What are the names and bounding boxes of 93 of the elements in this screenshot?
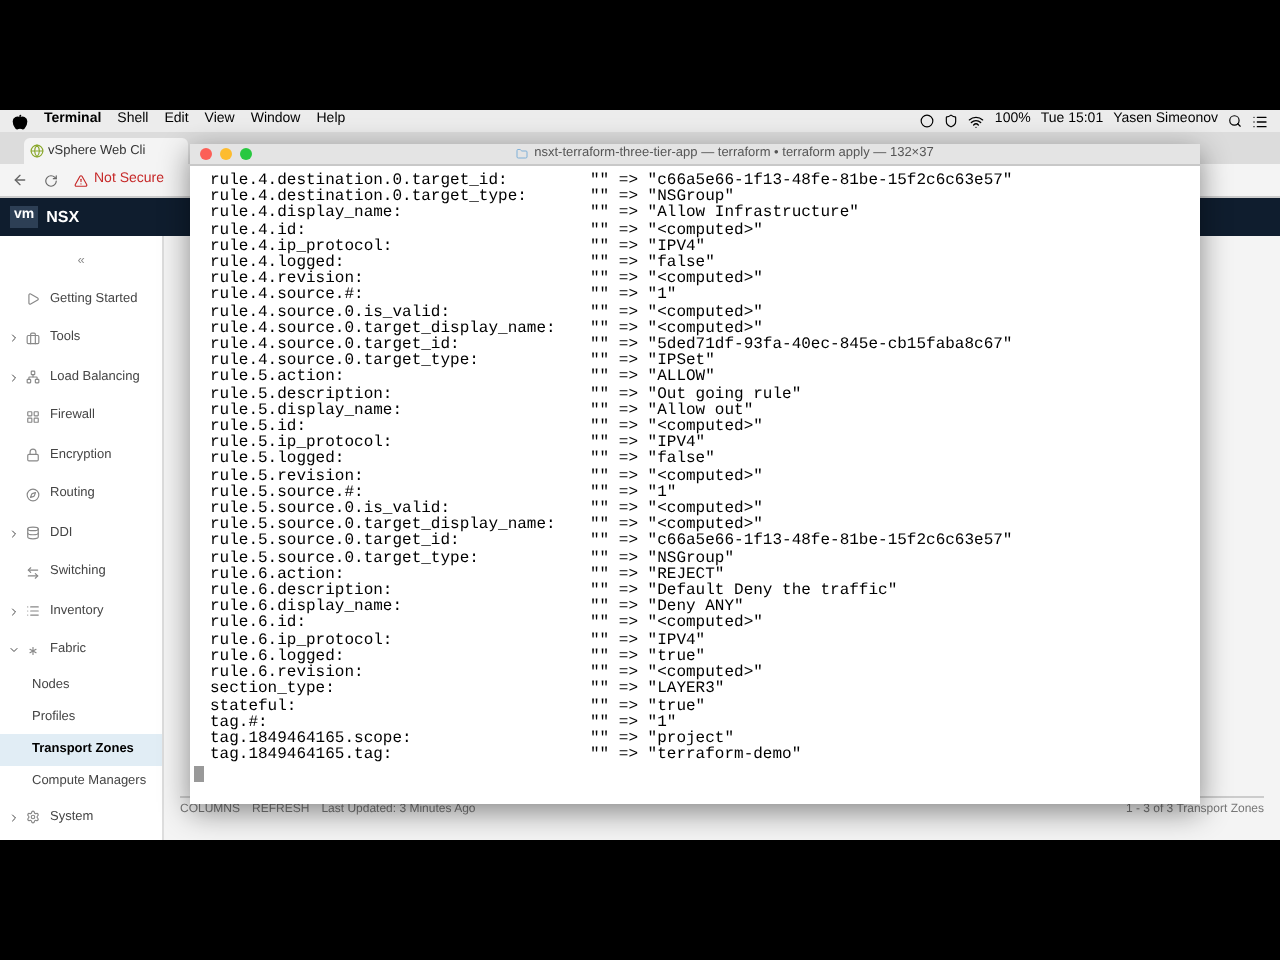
settings-icon	[26, 810, 40, 824]
output-value: "" => "REJECT"	[590, 567, 725, 584]
output-key: rule.4.source.0.target_id:	[210, 338, 590, 355]
app-name: NSX	[46, 205, 80, 229]
output-value: "" => "Allow Infrastructure"	[590, 206, 859, 223]
warning-icon	[74, 173, 88, 187]
output-value: "" => "1"	[590, 715, 677, 732]
output-value: "" => "IPV4"	[590, 633, 706, 650]
output-key: rule.4.revision:	[210, 272, 590, 289]
output-value: "" => "IPV4"	[590, 239, 706, 256]
output-key: tag.#:	[210, 715, 590, 732]
output-value: "" => "1"	[590, 288, 677, 305]
close-button[interactable]	[200, 148, 212, 160]
output-value: "" => "LAYER3"	[590, 682, 725, 699]
asterisk-icon	[26, 643, 40, 657]
list-icon	[26, 604, 40, 618]
output-key: rule.5.revision:	[210, 469, 590, 486]
shield-icon[interactable]	[944, 114, 959, 128]
output-value: "" => "<computed>"	[590, 469, 763, 486]
output-value: "" => "c66a5e66-1f13-48fe-81be-15f2c6c63e57"	[590, 534, 1013, 551]
chevron-icon[interactable]	[8, 332, 20, 344]
output-key: rule.5.source.0.target_type:	[210, 551, 590, 568]
briefcase-icon	[26, 331, 40, 345]
output-key: stateful:	[210, 699, 590, 716]
chevron-icon[interactable]	[8, 527, 20, 539]
output-key: rule.5.source.0.target_display_name:	[210, 518, 590, 535]
output-value: "" => "c66a5e66-1f13-48fe-81be-15f2c6c63e57"	[590, 174, 1013, 190]
output-value: "" => "<computed>"	[590, 223, 763, 240]
output-value: "" => "false"	[590, 452, 715, 469]
arrows-icon	[26, 565, 40, 579]
chevron-icon[interactable]	[8, 644, 20, 656]
back-icon[interactable]	[12, 172, 28, 188]
status-icon[interactable]	[920, 114, 935, 128]
compass-icon	[26, 487, 40, 501]
cursor	[194, 766, 204, 783]
search-icon[interactable]	[1228, 114, 1242, 128]
output-key: rule.4.source.0.is_valid:	[210, 305, 590, 322]
play-icon	[26, 292, 40, 306]
output-key: rule.5.source.0.is_valid:	[210, 502, 590, 519]
grid-icon	[26, 409, 40, 423]
chevron-icon[interactable]	[8, 605, 20, 617]
output-value: "" => "<computed>"	[590, 305, 763, 322]
list-icon[interactable]	[1252, 113, 1268, 129]
output-key: rule.4.ip_protocol:	[210, 239, 590, 257]
database-icon	[26, 526, 40, 540]
output-value: "" => "ALLOW"	[590, 370, 715, 387]
output-key: rule.5.logged:	[210, 452, 590, 470]
chevron-icon[interactable]	[8, 811, 20, 823]
output-key: tag.1849464165.tag:	[210, 748, 590, 765]
output-key: rule.4.logged:	[210, 256, 590, 273]
output-key: rule.6.ip_protocol:	[210, 633, 590, 650]
output-key: section_type:	[210, 682, 590, 699]
output-key: rule.4.source.0.target_type:	[210, 354, 590, 371]
output-key: rule.6.display_name:	[210, 600, 590, 617]
output-key: rule.5.id:	[210, 420, 590, 437]
output-key: rule.5.description:	[210, 387, 590, 404]
network-icon	[26, 370, 40, 384]
output-key: rule.4.display_name:	[210, 206, 590, 224]
output-key: rule.6.action:	[210, 567, 590, 585]
output-value: "" => "<computed>"	[590, 616, 763, 633]
output-key: rule.4.source.#:	[210, 288, 590, 306]
output-key: rule.5.source.0.target_id:	[210, 534, 590, 552]
output-key: rule.5.ip_protocol:	[210, 436, 590, 453]
output-key: rule.6.description:	[210, 584, 590, 601]
output-key: rule.4.destination.0.target_type:	[210, 190, 590, 207]
lock-icon	[26, 448, 40, 462]
output-key: rule.5.source.#:	[210, 485, 590, 503]
output-value: "" => "Out going rule"	[590, 387, 802, 404]
chevron-icon[interactable]	[8, 371, 20, 383]
output-key: rule.4.id:	[210, 223, 590, 240]
wifi-icon[interactable]	[968, 113, 985, 129]
apple-icon[interactable]	[12, 113, 28, 129]
output-key: rule.6.id:	[210, 616, 590, 634]
output-value: "" => "Allow out"	[590, 403, 754, 420]
output-value: "" => "true"	[590, 649, 706, 666]
output-key: rule.4.destination.0.target_id:	[210, 174, 590, 191]
output-key: rule.4.source.0.target_display_name:	[210, 321, 590, 339]
output-value: "" => "1"	[590, 485, 677, 502]
reload-icon[interactable]	[44, 173, 58, 187]
zoom-button[interactable]	[240, 148, 252, 160]
output-key: rule.6.revision:	[210, 666, 590, 683]
output-key: rule.5.display_name:	[210, 403, 590, 421]
folder-icon	[516, 148, 529, 160]
output-value: "" => "terraform-demo"	[590, 748, 802, 765]
output-value: "" => "true"	[590, 699, 706, 715]
output-key: rule.6.logged:	[210, 649, 590, 667]
minimize-button[interactable]	[220, 148, 232, 160]
output-value: "" => "<computed>"	[590, 321, 763, 338]
output-key: rule.5.action:	[210, 370, 590, 388]
output-key: tag.1849464165.scope:	[210, 731, 590, 749]
output-value: "" => "project"	[590, 731, 735, 748]
output-value: "" => "NSGroup"	[590, 551, 735, 568]
globe-icon	[30, 144, 44, 158]
